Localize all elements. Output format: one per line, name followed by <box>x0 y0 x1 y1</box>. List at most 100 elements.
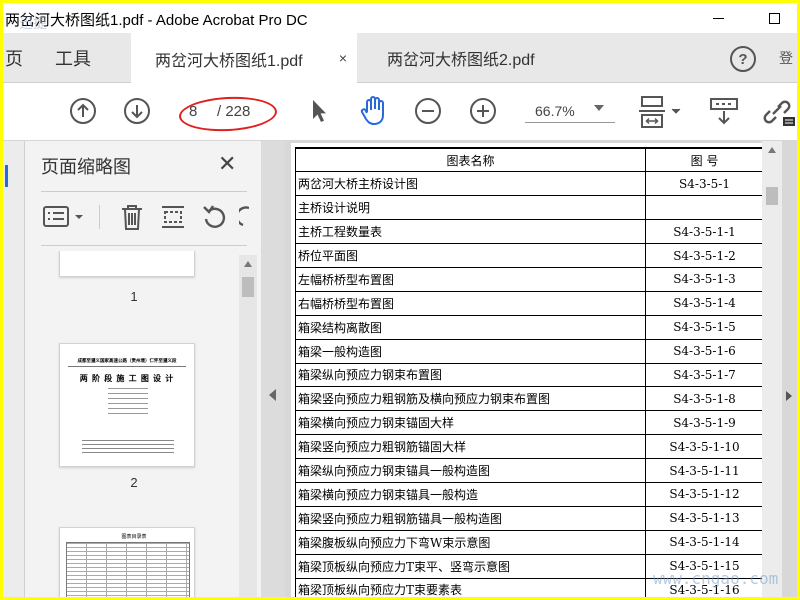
toolbar: 8 / 228 66.7% <box>3 83 797 141</box>
table-row: 箱梁结构离散图 S4-3-5-1-5 <box>295 314 764 340</box>
drawing-number-cell: S4-3-5-1-1 <box>645 219 764 245</box>
drawing-name-cell: 箱梁一般构造图 <box>295 338 646 364</box>
drawing-name-cell: 右幅桥桥型布置图 <box>295 290 646 316</box>
thumbnail-text-block <box>108 388 148 418</box>
table-header-row: 图表名称图 号 <box>295 147 764 173</box>
thumbnail-scrollbar[interactable] <box>239 255 257 597</box>
zoom-out-icon[interactable] <box>414 97 442 125</box>
drawing-name-cell: 箱梁腹板纵向预应力下弯W束示意图 <box>295 529 646 555</box>
header-drawing-name: 图表名称 <box>295 147 646 173</box>
drawing-number-cell: S4-3-5-1-12 <box>645 481 764 507</box>
maximize-button[interactable] <box>751 3 797 33</box>
drawing-name-cell: 箱梁竖向预应力粗钢筋及横向预应力钢束布置图 <box>295 386 646 412</box>
table-row: 箱梁横向预应力钢束锚具一般构造 S4-3-5-1-12 <box>295 481 764 507</box>
thumbnail-page-1 <box>59 251 195 277</box>
zoom-level-select[interactable]: 66.7% <box>525 99 615 123</box>
table-row: 箱梁腹板纵向预应力下弯W束示意图 S4-3-5-1-14 <box>295 529 764 555</box>
thumbnail-page-2: 成都至遵义国家高速公路（贵州境）仁怀至遵义段 两 阶 段 施 工 图 设 计 <box>59 343 195 467</box>
drawing-number-cell <box>645 195 764 221</box>
table-row: 箱梁竖向预应力粗钢筋及横向预应力钢束布置图 S4-3-5-1-8 <box>295 386 764 412</box>
table-row: 箱梁竖向预应力粗钢筋锚具一般构造图 S4-3-5-1-13 <box>295 505 764 531</box>
expand-right-pane-icon[interactable] <box>786 391 792 401</box>
navigation-pane-gutter <box>3 141 25 597</box>
share-link-icon[interactable] <box>761 97 797 127</box>
drawing-index-table: 图表名称图 号两岔河大桥主桥设计图 S4-3-5-1 主桥设计说明 主桥工程数量表 S4… <box>295 147 764 597</box>
thumbnail-table <box>66 542 190 597</box>
scroll-up-icon[interactable] <box>768 147 776 153</box>
table-row: 主桥工程数量表 S4-3-5-1-1 <box>295 219 764 245</box>
zoom-dropdown-caret-icon[interactable] <box>594 105 604 111</box>
page-thumbnails-panel: 页面缩略图 ✕ 1 成都至遵义国家高速公路（贵州境）仁怀至遵义段 两 阶 段 施… <box>25 141 261 597</box>
tab-document-1[interactable]: 两岔河大桥图纸1.pdf × <box>131 33 357 84</box>
toolbar-separator <box>99 205 100 229</box>
rotate-clockwise-icon-clipped[interactable] <box>239 203 249 231</box>
select-pointer-icon[interactable] <box>309 97 329 125</box>
drawing-name-cell: 箱梁结构离散图 <box>295 314 646 340</box>
tab-home-clipped[interactable]: 页 <box>5 33 23 83</box>
drawing-name-cell: 桥位平面图 <box>295 243 646 268</box>
zoom-in-icon[interactable] <box>469 97 497 125</box>
drawing-name-cell: 箱梁纵向预应力钢束布置图 <box>295 362 646 388</box>
drawing-number-cell: S4-3-5-1-5 <box>645 314 764 340</box>
drawing-name-cell: 箱梁横向预应力钢束锚具一般构造 <box>295 481 646 507</box>
thumbnail-text: 成都至遵义国家高速公路（贵州境）仁怀至遵义段 <box>77 358 177 363</box>
drawing-name-cell: 主桥工程数量表 <box>295 219 646 245</box>
collapse-panel-icon[interactable] <box>269 389 276 401</box>
table-row: 箱梁纵向预应力钢束锚具一般构造图 S4-3-5-1-11 <box>295 458 764 483</box>
thumbnail-heading: 图表目录表 <box>121 534 147 540</box>
document-scrollbar[interactable] <box>762 141 782 597</box>
drawing-name-cell: 箱梁顶板纵向预应力T束要素表 <box>295 577 646 597</box>
thumbnail-heading: 两 阶 段 施 工 图 设 计 <box>79 374 175 383</box>
maximize-icon <box>768 12 780 24</box>
panel-title: 页面缩略图 <box>41 157 131 177</box>
header-drawing-number: 图 号 <box>645 147 764 173</box>
drawing-name-cell: 左幅桥桥型布置图 <box>295 266 646 292</box>
panel-divider <box>41 191 247 192</box>
drawing-number-cell: S4-3-5-1-3 <box>645 266 764 292</box>
thumbnail-page-number: 2 <box>130 475 138 490</box>
close-panel-icon[interactable]: ✕ <box>218 151 236 177</box>
minimize-button[interactable] <box>695 3 741 33</box>
document-view[interactable]: 图表名称图 号两岔河大桥主桥设计图 S4-3-5-1 主桥设计说明 主桥工程数量表 S4… <box>285 141 797 597</box>
drawing-name-cell: 箱梁纵向预应力钢束锚具一般构造图 <box>295 458 646 483</box>
table-row: 桥位平面图 S4-3-5-1-2 <box>295 243 764 268</box>
scroll-up-icon[interactable] <box>244 261 252 267</box>
thumbnail-options-icon[interactable] <box>41 203 89 231</box>
drawing-number-cell: S4-3-5-1-14 <box>645 529 764 555</box>
page-fit-icon[interactable] <box>639 95 685 129</box>
scrolling-mode-icon[interactable] <box>709 97 741 127</box>
drawing-name-cell: 箱梁顶板纵向预应力T束平、竖弯示意图 <box>295 553 646 579</box>
tab-document-2[interactable]: 两岔河大桥图纸2.pdf <box>363 33 583 83</box>
panel-splitter[interactable] <box>261 141 285 597</box>
table-row: 左幅桥桥型布置图 S4-3-5-1-3 <box>295 266 764 292</box>
thumbnail-list: 1 成都至遵义国家高速公路（贵州境）仁怀至遵义段 两 阶 段 施 工 图 设 计… <box>41 251 241 597</box>
drawing-number-cell: S4-3-5-1 <box>645 171 764 197</box>
pdf-page: 图表名称图 号两岔河大桥主桥设计图 S4-3-5-1 主桥设计说明 主桥工程数量表 S4… <box>291 143 769 597</box>
window-title: 两岔河大桥图纸1.pdf - Adobe Acrobat Pro DC <box>5 12 308 29</box>
drawing-name-cell: 箱梁竖向预应力粗钢筋锚具一般构造图 <box>295 505 646 531</box>
drawing-number-cell: S4-3-5-1-9 <box>645 410 764 436</box>
acrobat-window: 两岔河大桥图纸1.pdf - Adobe Acrobat Pro DC 迅捷 页… <box>3 3 797 597</box>
drawing-number-cell: S4-3-5-1-13 <box>645 505 764 531</box>
sign-in-clipped[interactable]: 登 <box>779 48 793 68</box>
help-icon[interactable]: ? <box>730 46 756 72</box>
drawing-name-cell: 主桥设计说明 <box>295 195 646 221</box>
hand-tool-icon[interactable] <box>359 95 389 127</box>
scroll-thumb[interactable] <box>766 187 778 205</box>
drawing-name-cell: 箱梁竖向预应力粗钢筋锚固大样 <box>295 434 646 460</box>
next-page-icon[interactable] <box>123 97 151 125</box>
delete-pages-icon[interactable] <box>119 203 145 231</box>
table-row: 两岔河大桥主桥设计图 S4-3-5-1 <box>295 171 764 197</box>
drawing-number-cell: S4-3-5-1-6 <box>645 338 764 364</box>
previous-page-icon[interactable] <box>69 97 97 125</box>
scroll-thumb[interactable] <box>242 277 254 297</box>
table-row: 箱梁纵向预应力钢束布置图 S4-3-5-1-7 <box>295 362 764 388</box>
overlay-watermark: 迅捷 <box>19 15 47 31</box>
extract-pages-icon[interactable] <box>159 203 187 231</box>
drawing-number-cell: S4-3-5-1-11 <box>645 458 764 483</box>
active-panel-marker <box>5 165 8 187</box>
rotate-counterclockwise-icon[interactable] <box>201 203 229 231</box>
minimize-icon <box>712 17 724 19</box>
close-tab-icon[interactable]: × <box>339 50 347 66</box>
tab-tools[interactable]: 工具 <box>55 33 91 83</box>
